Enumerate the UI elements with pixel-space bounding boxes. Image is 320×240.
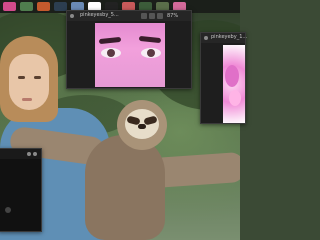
woman-face [9, 54, 49, 110]
menu-icon[interactable] [27, 152, 31, 156]
close-icon[interactable] [33, 152, 37, 156]
image-viewer-window-eyes[interactable]: pinkeyesby_5... 87% [66, 10, 192, 89]
taskbar-app-icon-3[interactable] [37, 2, 50, 11]
window-title: pinkeyeby_1... [211, 34, 248, 40]
fit-icon[interactable] [157, 13, 163, 19]
zoom-in-icon[interactable] [149, 13, 155, 19]
taskbar-app-icon-2[interactable] [20, 2, 33, 11]
app-icon [70, 14, 74, 18]
window-title: pinkeyesby_5... [80, 12, 119, 18]
photo-shape [229, 90, 241, 106]
pink-art-photo [223, 45, 245, 123]
sloth-body [85, 135, 165, 240]
image-viewer-window-dark[interactable] [0, 148, 42, 232]
titlebar[interactable]: pinkeyesby_5... 87% [67, 11, 191, 21]
thumbnail-dot [5, 207, 11, 213]
photo-shape [225, 65, 239, 87]
zoom-level: 87% [167, 13, 179, 19]
eyes-photo [95, 23, 165, 87]
taskbar-app-icon-1[interactable] [3, 2, 16, 11]
iris [107, 49, 115, 57]
app-icon [204, 36, 208, 40]
woman-eye [34, 76, 41, 79]
woman-eye [18, 76, 25, 79]
sloth-nose [138, 124, 146, 129]
zoom-out-icon[interactable] [141, 13, 147, 19]
woman-mouth [22, 98, 32, 101]
iris [147, 49, 155, 57]
titlebar[interactable] [0, 149, 41, 159]
image-viewer-window-pink[interactable]: pinkeyeby_1... [200, 32, 248, 124]
titlebar[interactable]: pinkeyeby_1... [201, 33, 248, 43]
